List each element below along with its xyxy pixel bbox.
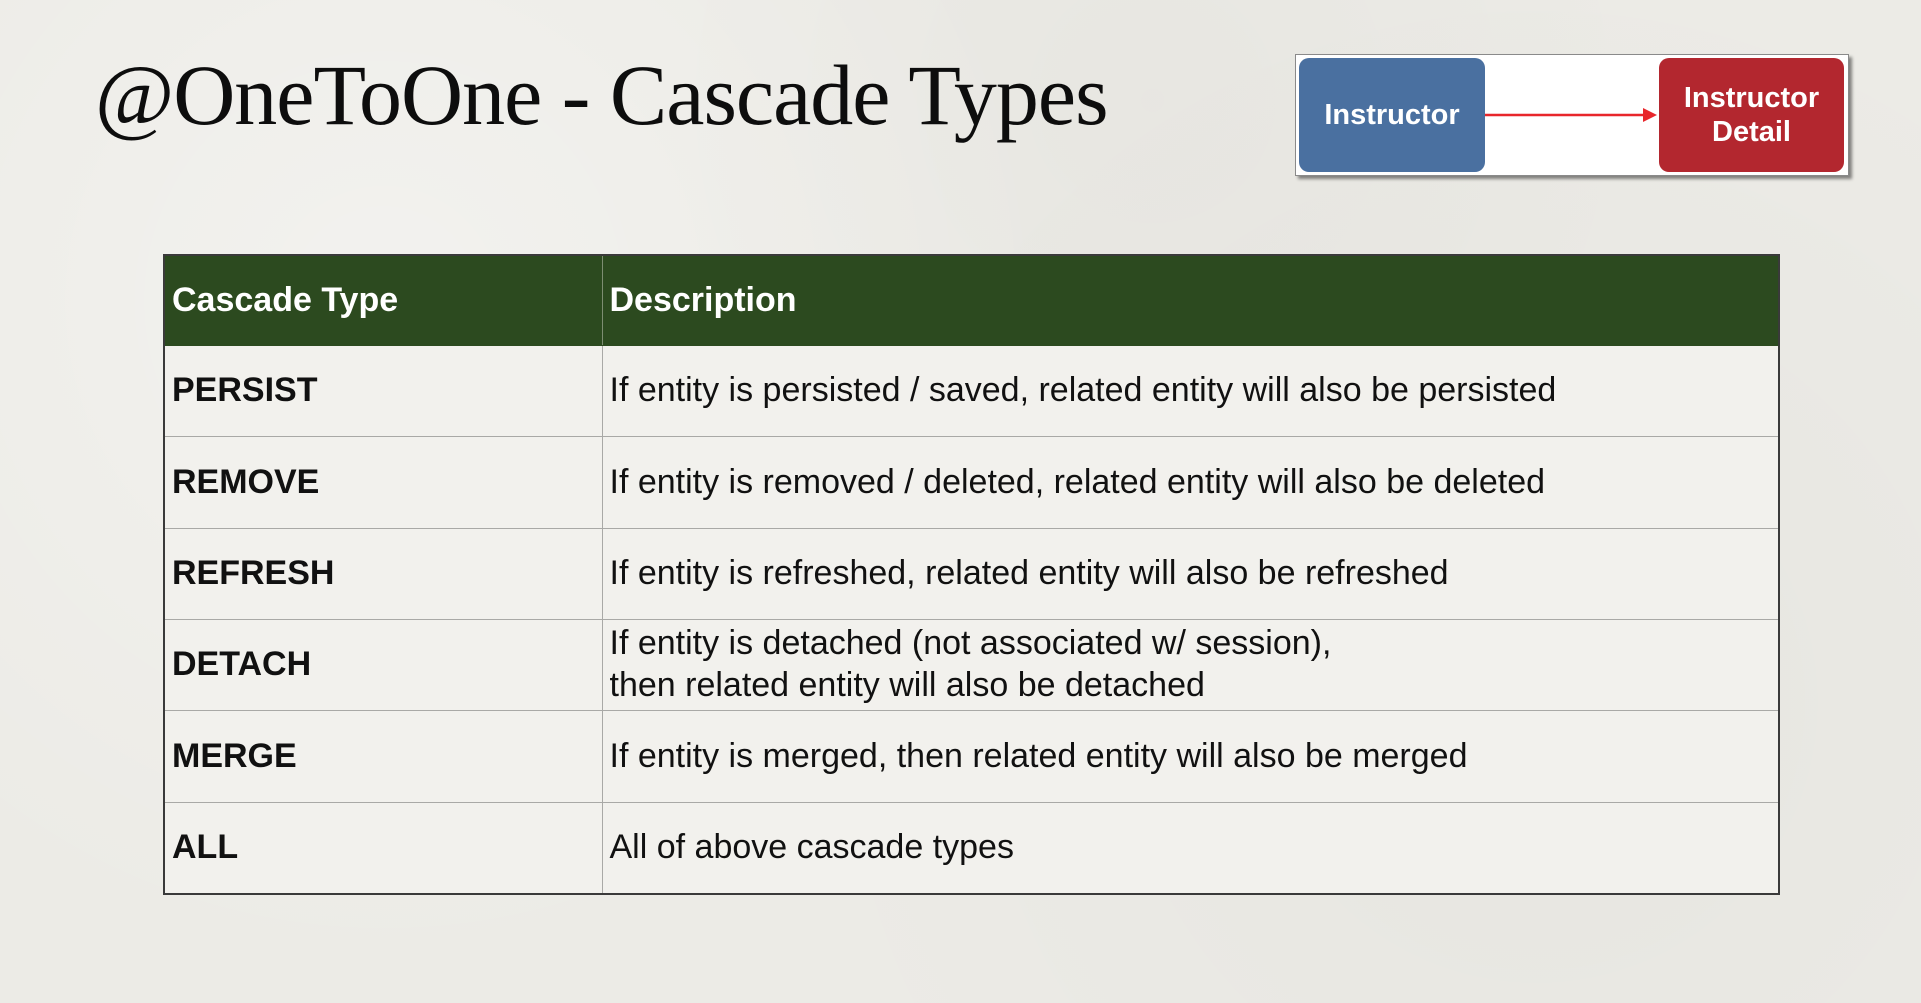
cascade-types-table: Cascade Type Description PERSIST If enti… (163, 254, 1780, 895)
description-cell: If entity is detached (not associated w/… (601, 618, 1780, 712)
table-row: DETACH If entity is detached (not associ… (163, 618, 1780, 712)
description-line: If entity is detached (not associated w/… (609, 624, 1332, 663)
instructor-entity-label: Instructor (1324, 98, 1460, 131)
description-line: then related entity will also be detache… (609, 666, 1205, 705)
header-description: Description (601, 254, 1780, 346)
description-cell: If entity is persisted / saved, related … (601, 344, 1780, 438)
instructor-entity-box: Instructor (1299, 58, 1485, 172)
description-line: If entity is removed / deleted, related … (609, 462, 1546, 501)
description-cell: If entity is merged, then related entity… (601, 710, 1780, 803)
table-row: REFRESH If entity is refreshed, related … (163, 527, 1780, 620)
relationship-arrow-icon (1485, 108, 1657, 122)
description-line: If entity is refreshed, related entity w… (609, 553, 1449, 592)
cascade-type-cell: PERSIST (163, 344, 603, 438)
instructor-detail-entity-box: Instructor Detail (1659, 58, 1844, 172)
description-cell: All of above cascade types (601, 801, 1780, 895)
description-cell: If entity is removed / deleted, related … (601, 436, 1780, 529)
relationship-diagram: Instructor Instructor Detail (1295, 54, 1849, 176)
table-row: ALL All of above cascade types (163, 801, 1780, 895)
table-row: MERGE If entity is merged, then related … (163, 710, 1780, 803)
table-row: PERSIST If entity is persisted / saved, … (163, 344, 1780, 438)
instructor-detail-label-line2: Detail (1712, 116, 1791, 148)
cascade-type-cell: REFRESH (163, 527, 603, 620)
instructor-detail-label-line1: Instructor (1683, 81, 1820, 114)
slide: @OneToOne - Cascade Types Instructor Ins… (0, 0, 1921, 1003)
header-cascade-type: Cascade Type (163, 254, 603, 346)
description-line: If entity is merged, then related entity… (609, 736, 1468, 775)
cascade-type-cell: ALL (163, 801, 603, 895)
table-header-row: Cascade Type Description (163, 254, 1780, 346)
description-cell: If entity is refreshed, related entity w… (601, 527, 1780, 620)
cascade-type-cell: MERGE (163, 710, 603, 803)
page-title: @OneToOne - Cascade Types (95, 47, 1109, 143)
cascade-type-cell: REMOVE (163, 436, 603, 529)
table-row: REMOVE If entity is removed / deleted, r… (163, 436, 1780, 529)
description-line: If entity is persisted / saved, related … (609, 371, 1557, 410)
cascade-type-cell: DETACH (163, 618, 603, 712)
description-line: All of above cascade types (609, 827, 1014, 866)
